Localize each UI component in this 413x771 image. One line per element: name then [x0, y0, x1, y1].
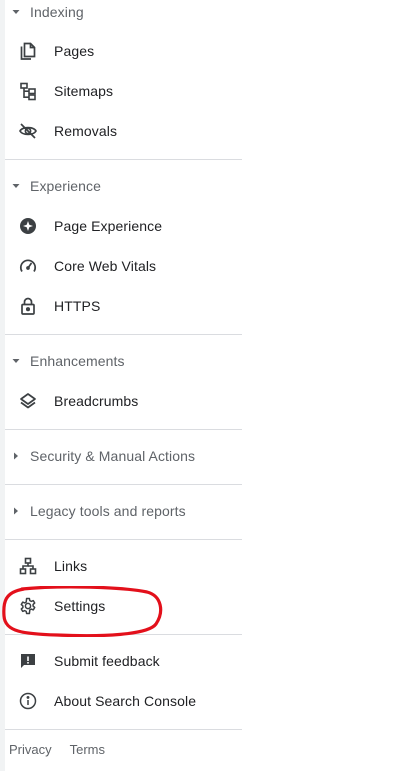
nav-item-label: Submit feedback [54, 653, 160, 669]
nav-item-removals[interactable]: Removals [5, 111, 242, 151]
nav-item-label: Sitemaps [54, 83, 114, 99]
divider [5, 159, 242, 160]
page-experience-icon [18, 216, 38, 236]
divider [5, 334, 242, 335]
chevron-down-icon [10, 6, 22, 18]
nav-item-label: About Search Console [54, 693, 197, 709]
privacy-link[interactable]: Privacy [9, 742, 52, 757]
search-console-page: Indexing Pages Sitemaps Removals Experie… [0, 0, 413, 771]
side-navigation: Indexing Pages Sitemaps Removals Experie… [5, 0, 242, 771]
removals-icon [18, 121, 38, 141]
chevron-down-icon [10, 355, 22, 367]
footer-links: Privacy Terms [9, 742, 105, 757]
nav-item-pages[interactable]: Pages [5, 31, 242, 71]
section-header-enhancements[interactable]: Enhancements [5, 346, 242, 376]
divider [5, 429, 242, 430]
terms-link[interactable]: Terms [70, 742, 105, 757]
section-header-label: Experience [30, 178, 102, 194]
nav-item-label: Core Web Vitals [54, 258, 157, 274]
nav-item-links[interactable]: Links [5, 546, 242, 586]
section-header-label: Indexing [30, 4, 84, 20]
chevron-right-icon [10, 450, 22, 462]
info-icon [18, 691, 38, 711]
divider [5, 484, 242, 485]
section-header-security[interactable]: Security & Manual Actions [5, 441, 242, 471]
chevron-right-icon [10, 505, 22, 517]
nav-item-sitemaps[interactable]: Sitemaps [5, 71, 242, 111]
links-icon [18, 556, 38, 576]
nav-item-about[interactable]: About Search Console [5, 681, 242, 721]
section-header-indexing[interactable]: Indexing [5, 0, 242, 27]
pages-icon [18, 41, 38, 61]
nav-item-page-experience[interactable]: Page Experience [5, 206, 242, 246]
red-annotation-circle [2, 586, 163, 637]
nav-item-submit-feedback[interactable]: Submit feedback [5, 641, 242, 681]
divider [5, 539, 242, 540]
nav-item-core-web-vitals[interactable]: Core Web Vitals [5, 246, 242, 286]
section-header-label: Enhancements [30, 353, 125, 369]
nav-item-label: HTTPS [54, 298, 101, 314]
section-header-legacy-tools[interactable]: Legacy tools and reports [5, 496, 242, 526]
sitemaps-icon [18, 81, 38, 101]
section-header-label: Security & Manual Actions [30, 448, 196, 464]
divider [5, 729, 242, 730]
feedback-icon [18, 651, 38, 671]
nav-item-breadcrumbs[interactable]: Breadcrumbs [5, 381, 242, 421]
nav-item-https[interactable]: HTTPS [5, 286, 242, 326]
chevron-down-icon [10, 180, 22, 192]
layers-icon [18, 391, 38, 411]
speedometer-icon [18, 256, 38, 276]
lock-icon [18, 296, 38, 316]
nav-item-label: Breadcrumbs [54, 393, 139, 409]
nav-item-label: Links [54, 558, 88, 574]
nav-item-label: Page Experience [54, 218, 163, 234]
section-header-label: Legacy tools and reports [30, 503, 186, 519]
nav-item-label: Pages [54, 43, 95, 59]
nav-item-label: Removals [54, 123, 118, 139]
section-header-experience[interactable]: Experience [5, 171, 242, 201]
